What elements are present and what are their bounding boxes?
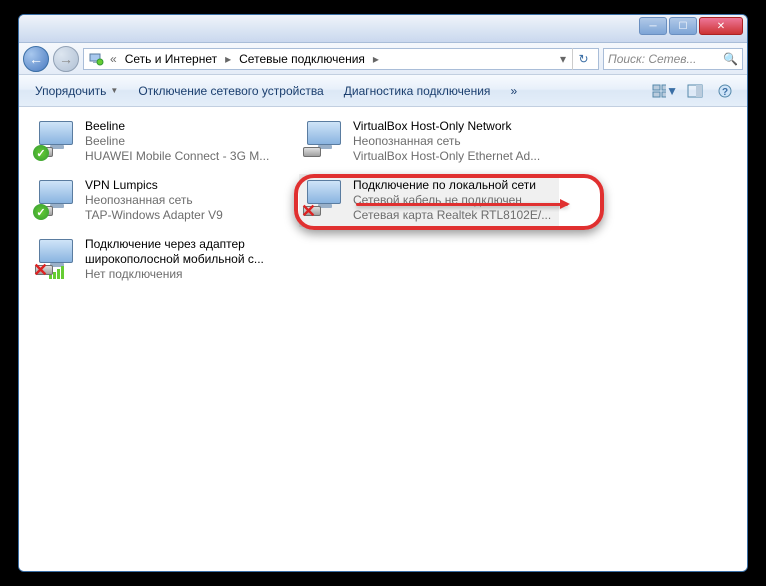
connection-status: Неопознанная сеть [85,193,287,208]
annotation-highlight [294,174,604,230]
address-dropdown-icon[interactable]: ▾ [558,52,568,66]
chevron-down-icon: ▼ [666,84,678,98]
connection-name: VirtualBox Host-Only Network [353,119,555,134]
maximize-button[interactable]: ☐ [669,17,697,35]
network-adapter-icon: ✓ [35,119,77,159]
network-adapter-icon: ✕ [35,237,77,277]
forward-button[interactable]: → [53,46,79,72]
diagnose-label: Диагностика подключения [344,84,491,98]
search-input[interactable]: Поиск: Сетев... 🔍 [603,48,743,70]
disable-device-button[interactable]: Отключение сетевого устройства [130,80,331,102]
close-button[interactable]: ✕ [699,17,743,35]
connection-name: Beeline [85,119,287,134]
address-bar[interactable]: « Сеть и Интернет ▸ Сетевые подключения … [83,48,599,70]
connection-device: HUAWEI Mobile Connect - 3G M... [85,149,287,164]
network-adapter-icon [303,119,345,159]
connection-item[interactable]: VirtualBox Host-Only Network Неопознанна… [299,115,559,168]
connection-status: Неопознанная сеть [353,134,555,149]
breadcrumb-part2[interactable]: Сетевые подключения [237,52,367,66]
chevron-right-icon[interactable]: ▸ [223,52,233,66]
breadcrumb-sep: « [108,52,119,66]
refresh-button[interactable]: ↻ [572,48,594,70]
navigation-bar: ← → « Сеть и Интернет ▸ Сетевые подключе… [19,43,747,75]
connection-item[interactable]: ✓ VPN Lumpics Неопознанная сеть TAP-Wind… [31,174,291,227]
command-bar: Упорядочить ▼ Отключение сетевого устрой… [19,75,747,107]
more-label: » [510,84,517,98]
connection-device: VirtualBox Host-Only Ethernet Ad... [353,149,555,164]
connection-device: TAP-Windows Adapter V9 [85,208,287,223]
preview-pane-button[interactable] [681,80,709,102]
breadcrumb-part1[interactable]: Сеть и Интернет [123,52,219,66]
organize-button[interactable]: Упорядочить ▼ [27,80,126,102]
chevron-down-icon: ▼ [110,86,118,95]
connection-status: Нет подключения [85,267,287,282]
help-button[interactable]: ? [711,80,739,102]
network-icon [88,51,104,67]
back-button[interactable]: ← [23,46,49,72]
search-icon: 🔍 [723,52,738,66]
connection-item[interactable]: ✕ Подключение через адаптер широкополосн… [31,233,291,286]
diagnose-button[interactable]: Диагностика подключения [336,80,499,102]
more-commands-button[interactable]: » [502,80,525,102]
view-mode-button[interactable]: ▼ [651,80,679,102]
connection-status: Beeline [85,134,287,149]
disable-label: Отключение сетевого устройства [138,84,323,98]
chevron-right-icon[interactable]: ▸ [371,52,381,66]
titlebar[interactable]: ─ ☐ ✕ [19,15,747,43]
search-placeholder: Поиск: Сетев... [608,52,697,66]
svg-text:?: ? [722,87,728,98]
network-adapter-icon: ✓ [35,178,77,218]
minimize-button[interactable]: ─ [639,17,667,35]
x-icon: ✕ [33,263,49,279]
check-icon: ✓ [33,204,49,220]
connection-name: Подключение через адаптер широкополосной… [85,237,287,267]
check-icon: ✓ [33,145,49,161]
connection-name: VPN Lumpics [85,178,287,193]
organize-label: Упорядочить [35,84,106,98]
signal-bars-icon [49,263,65,279]
connection-item[interactable]: ✓ Beeline Beeline HUAWEI Mobile Connect … [31,115,291,168]
explorer-window: ─ ☐ ✕ ← → « Сеть и Интернет ▸ Сетевые по… [18,14,748,572]
annotation-underline-arrow [356,203,568,206]
